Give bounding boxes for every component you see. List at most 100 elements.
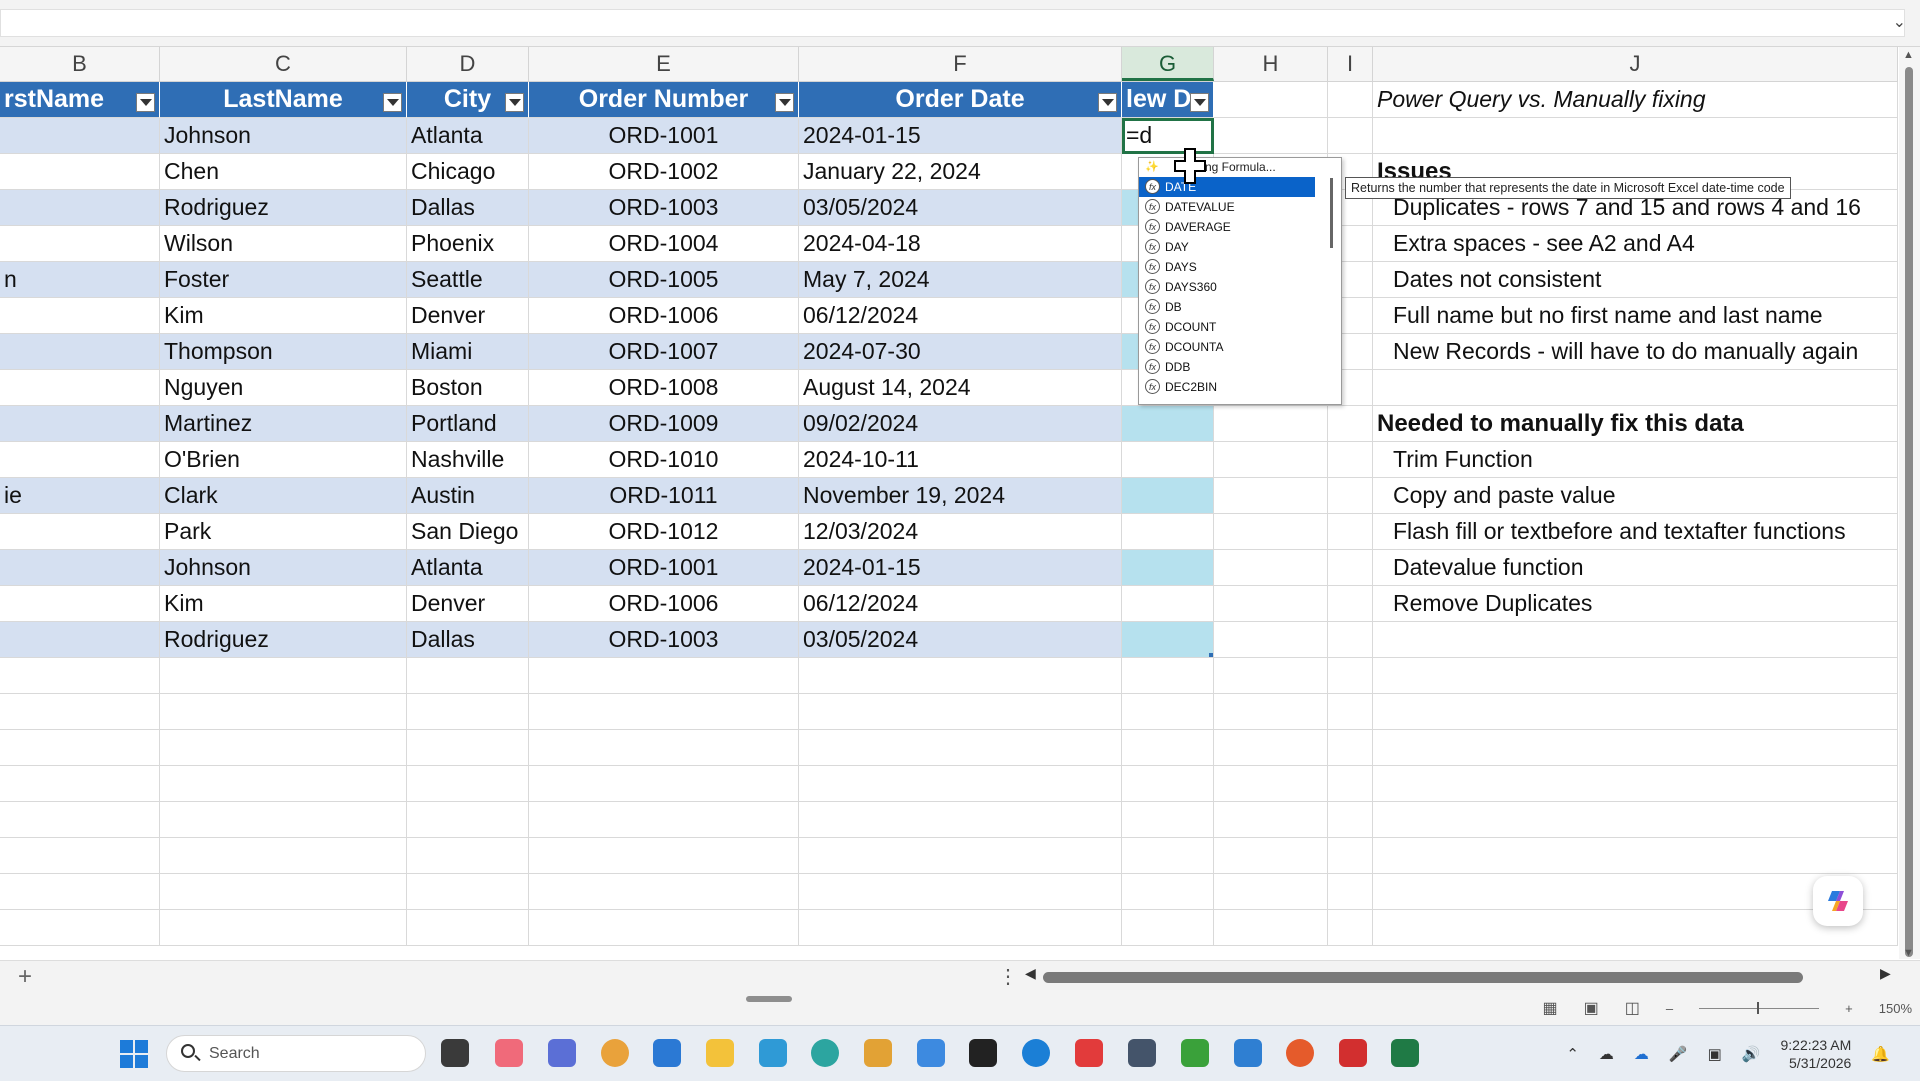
empty-cell[interactable] — [529, 838, 799, 874]
issue-item[interactable]: Full name but no first name and last nam… — [1373, 298, 1898, 334]
empty-cell[interactable] — [799, 910, 1122, 946]
firstname-cell[interactable] — [0, 442, 160, 478]
empty-cell[interactable] — [160, 838, 407, 874]
empty-cell[interactable] — [799, 802, 1122, 838]
lastname-cell[interactable]: Johnson — [160, 118, 407, 154]
empty-cell[interactable] — [799, 766, 1122, 802]
app-icon[interactable] — [1286, 1039, 1314, 1067]
taskbar-search[interactable]: Search — [166, 1035, 426, 1072]
order-date-cell[interactable]: January 22, 2024 — [799, 154, 1122, 190]
city-cell[interactable]: Atlanta — [407, 118, 529, 154]
new-date-cell[interactable] — [1122, 622, 1214, 658]
lastname-cell[interactable]: Wilson — [160, 226, 407, 262]
order-number-cell[interactable]: ORD-1012 — [529, 514, 799, 550]
empty-cell[interactable] — [1214, 442, 1328, 478]
manual-item[interactable]: Datevalue function — [1373, 550, 1898, 586]
header-firstname[interactable]: rstName — [0, 82, 160, 118]
empty-cell[interactable] — [1328, 442, 1373, 478]
city-cell[interactable]: Dallas — [407, 622, 529, 658]
formula-autocomplete-header[interactable]: ✨ ting Formula... — [1139, 158, 1341, 177]
empty-cell[interactable] — [1122, 910, 1214, 946]
empty-cell[interactable] — [1122, 838, 1214, 874]
empty-cell[interactable] — [1214, 838, 1328, 874]
empty-cell[interactable] — [529, 802, 799, 838]
empty-cell[interactable] — [0, 838, 160, 874]
column-header-e[interactable]: E — [529, 47, 799, 81]
empty-cell[interactable] — [1122, 802, 1214, 838]
empty-cell[interactable] — [1373, 838, 1898, 874]
order-date-cell[interactable]: 2024-07-30 — [799, 334, 1122, 370]
order-date-cell[interactable]: 2024-10-11 — [799, 442, 1122, 478]
app-icon[interactable] — [1075, 1039, 1103, 1067]
order-number-cell[interactable]: ORD-1006 — [529, 298, 799, 334]
order-number-cell[interactable]: ORD-1002 — [529, 154, 799, 190]
empty-cell[interactable] — [1122, 658, 1214, 694]
firstname-cell[interactable] — [0, 550, 160, 586]
header-lastname[interactable]: LastName — [160, 82, 407, 118]
empty-cell[interactable] — [1122, 730, 1214, 766]
empty-cell[interactable] — [1373, 694, 1898, 730]
header-new-date[interactable]: lew Da — [1122, 82, 1214, 118]
filter-dropdown-icon[interactable] — [136, 93, 155, 112]
column-header-f[interactable]: F — [799, 47, 1122, 81]
empty-cell[interactable] — [407, 730, 529, 766]
manual-item[interactable]: Trim Function — [1373, 442, 1898, 478]
empty-cell[interactable] — [529, 658, 799, 694]
file-explorer-icon[interactable] — [706, 1039, 734, 1067]
empty-cell[interactable] — [1214, 118, 1328, 154]
empty-cell[interactable] — [1214, 694, 1328, 730]
chevron-down-icon[interactable]: ⌄ — [1893, 12, 1906, 32]
lastname-cell[interactable]: Kim — [160, 298, 407, 334]
empty-cell[interactable] — [1373, 370, 1898, 406]
empty-cell[interactable] — [1373, 118, 1898, 154]
filter-dropdown-icon[interactable] — [775, 93, 794, 112]
empty-cell[interactable] — [1214, 478, 1328, 514]
new-date-cell[interactable] — [1122, 406, 1214, 442]
scroll-left-icon[interactable]: ◀ — [1025, 965, 1036, 982]
app-icon[interactable] — [1339, 1039, 1367, 1067]
new-date-cell[interactable] — [1122, 550, 1214, 586]
issue-item[interactable]: New Records - will have to do manually a… — [1373, 334, 1898, 370]
header-city[interactable]: City — [407, 82, 529, 118]
empty-cell[interactable] — [799, 874, 1122, 910]
vertical-scroll-thumb[interactable] — [1905, 67, 1913, 957]
function-item-daverage[interactable]: fx DAVERAGE — [1139, 217, 1315, 237]
lastname-cell[interactable]: Park — [160, 514, 407, 550]
empty-cell[interactable] — [799, 658, 1122, 694]
order-number-cell[interactable]: ORD-1009 — [529, 406, 799, 442]
column-header-g[interactable]: G — [1122, 47, 1214, 81]
windows-start-icon[interactable] — [120, 1040, 148, 1068]
order-date-cell[interactable]: 2024-01-15 — [799, 550, 1122, 586]
firstname-cell[interactable] — [0, 514, 160, 550]
empty-cell[interactable] — [1328, 622, 1373, 658]
app-icon[interactable] — [495, 1039, 523, 1067]
firstname-cell[interactable] — [0, 226, 160, 262]
function-item-days[interactable]: fx DAYS — [1139, 257, 1315, 277]
order-date-cell[interactable]: 09/02/2024 — [799, 406, 1122, 442]
app-icon[interactable] — [1181, 1039, 1209, 1067]
app-icon[interactable] — [969, 1039, 997, 1067]
more-options-icon[interactable]: ⋮ — [998, 961, 1018, 993]
order-date-cell[interactable]: 03/05/2024 — [799, 190, 1122, 226]
firstname-cell[interactable] — [0, 586, 160, 622]
manual-heading[interactable]: Needed to manually fix this data — [1373, 406, 1898, 442]
lastname-cell[interactable]: Chen — [160, 154, 407, 190]
empty-cell[interactable] — [1328, 802, 1373, 838]
firstname-cell[interactable] — [0, 154, 160, 190]
column-header-b[interactable]: B — [0, 47, 160, 81]
lastname-cell[interactable]: Kim — [160, 586, 407, 622]
empty-cell[interactable] — [407, 838, 529, 874]
lastname-cell[interactable]: Martinez — [160, 406, 407, 442]
volume-icon[interactable]: 🔊 — [1742, 1045, 1761, 1063]
empty-cell[interactable] — [0, 730, 160, 766]
empty-cell[interactable] — [1373, 802, 1898, 838]
notification-bell-icon[interactable]: 🔔 — [1871, 1045, 1890, 1063]
empty-cell[interactable] — [407, 802, 529, 838]
empty-cell[interactable] — [160, 730, 407, 766]
app-icon[interactable] — [1234, 1039, 1262, 1067]
city-cell[interactable]: Denver — [407, 298, 529, 334]
page-layout-icon[interactable]: ▣ — [1584, 998, 1599, 1018]
horizontal-scroll-thumb[interactable] — [1043, 972, 1803, 983]
manual-item[interactable]: Copy and paste value — [1373, 478, 1898, 514]
empty-cell[interactable] — [1328, 766, 1373, 802]
